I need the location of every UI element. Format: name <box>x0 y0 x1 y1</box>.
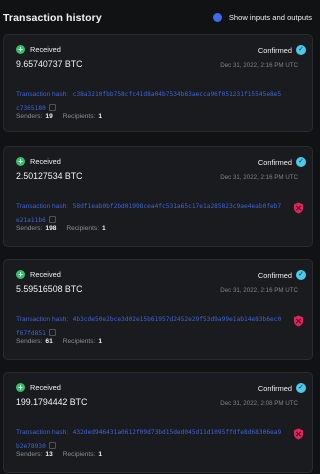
confirmation-row: Confirmed ✓ <box>258 157 306 167</box>
amount: 9.65740737 BTC <box>16 59 83 69</box>
recipients-count: 1 <box>98 451 103 458</box>
counts-row: Senders: 13 Recipients: 1 <box>16 451 112 458</box>
risk-shield-icon[interactable] <box>293 202 304 214</box>
amount: 5.59516508 BTC <box>16 284 83 294</box>
hash-block: Transaction hash: 432ded946431a0612f09d7… <box>16 425 284 452</box>
senders-label: Senders: <box>16 451 43 458</box>
senders-count: 198 <box>45 225 57 232</box>
plus-circle-icon: + <box>16 383 25 392</box>
confirmation-row: Confirmed ✓ <box>258 270 306 280</box>
copy-icon[interactable] <box>48 441 56 449</box>
timestamp: Dec 31, 2022, 2:08 PM UTC <box>220 400 298 407</box>
senders-count: 61 <box>45 338 53 345</box>
check-circle-icon: ✓ <box>296 45 306 55</box>
recipients-label: Recipients: <box>62 338 96 345</box>
status-label: Received <box>30 270 61 279</box>
recipients-count: 1 <box>98 338 103 345</box>
plus-circle-icon: + <box>16 45 25 54</box>
confirmation-row: Confirmed ✓ <box>258 383 306 393</box>
counts-row: Senders: 19 Recipients: 1 <box>16 113 112 120</box>
plus-circle-icon: + <box>16 157 25 166</box>
transaction-list: + Received Confirmed ✓ 9.65740737 BTC De… <box>3 34 313 474</box>
transaction-card: + Received Confirmed ✓ 199.1794442 BTC D… <box>3 372 313 473</box>
status-row: + Received <box>16 157 61 166</box>
senders-label: Senders: <box>16 113 43 120</box>
counts-row: Senders: 61 Recipients: 1 <box>16 338 112 345</box>
hash-label: Transaction hash: <box>16 429 69 436</box>
header: Transaction history Show inputs and outp… <box>0 0 316 34</box>
amount: 2.50127534 BTC <box>16 171 83 181</box>
hash-block: Transaction hash: 58df1eab0bf2bd01998cea… <box>16 199 284 226</box>
plus-circle-icon: + <box>16 270 25 279</box>
hash-block: Transaction hash: 4b3cde50e2bce3d02e15b6… <box>16 312 284 339</box>
confirmation-row: Confirmed ✓ <box>258 45 306 55</box>
confirmation-label: Confirmed <box>257 157 292 167</box>
confirmation-label: Confirmed <box>257 270 292 280</box>
confirmation-label: Confirmed <box>257 45 292 55</box>
counts-row: Senders: 198 Recipients: 1 <box>16 225 116 232</box>
check-circle-icon: ✓ <box>296 270 306 280</box>
timestamp: Dec 31, 2022, 2:16 PM UTC <box>220 174 298 181</box>
status-row: + Received <box>16 270 61 279</box>
transaction-card: + Received Confirmed ✓ 5.59516508 BTC De… <box>3 259 313 360</box>
recipients-label: Recipients: <box>66 225 100 232</box>
recipients-count: 1 <box>98 113 103 120</box>
senders-count: 13 <box>45 451 53 458</box>
risk-shield-icon[interactable] <box>293 428 304 440</box>
recipients-count: 1 <box>102 225 106 232</box>
senders-label: Senders: <box>16 338 43 345</box>
recipients-label: Recipients: <box>62 113 96 120</box>
copy-icon[interactable] <box>48 328 56 336</box>
status-row: + Received <box>16 383 61 392</box>
timestamp: Dec 31, 2022, 2:16 PM UTC <box>220 62 298 69</box>
timestamp: Dec 31, 2022, 2:16 PM UTC <box>220 287 298 294</box>
recipients-label: Recipients: <box>62 451 96 458</box>
hash-label: Transaction hash: <box>16 316 69 323</box>
transaction-card: + Received Confirmed ✓ 9.65740737 BTC De… <box>3 34 313 132</box>
status-row: + Received <box>16 45 61 54</box>
risk-shield-icon[interactable] <box>293 315 304 327</box>
senders-count: 19 <box>45 113 53 120</box>
hash-label: Transaction hash: <box>16 203 69 210</box>
confirmation-label: Confirmed <box>257 383 292 393</box>
hash-label: Transaction hash: <box>16 91 69 98</box>
transaction-card: + Received Confirmed ✓ 2.50127534 BTC De… <box>3 146 313 247</box>
status-label: Received <box>30 45 61 54</box>
check-circle-icon: ✓ <box>296 383 306 393</box>
check-circle-icon: ✓ <box>296 157 306 167</box>
show-inputs-outputs-toggle[interactable]: Show inputs and outputs <box>212 13 312 22</box>
radio-dot-icon[interactable] <box>212 13 222 22</box>
senders-label: Senders: <box>16 225 43 232</box>
hash-block: Transaction hash: c38a3210fbb758cfc41d8a… <box>16 87 284 114</box>
copy-icon[interactable] <box>48 103 56 111</box>
copy-icon[interactable] <box>48 215 56 223</box>
page-title: Transaction history <box>3 12 102 24</box>
status-label: Received <box>30 157 61 166</box>
status-label: Received <box>30 383 61 392</box>
toggle-label: Show inputs and outputs <box>228 13 312 22</box>
amount: 199.1794442 BTC <box>16 397 88 407</box>
